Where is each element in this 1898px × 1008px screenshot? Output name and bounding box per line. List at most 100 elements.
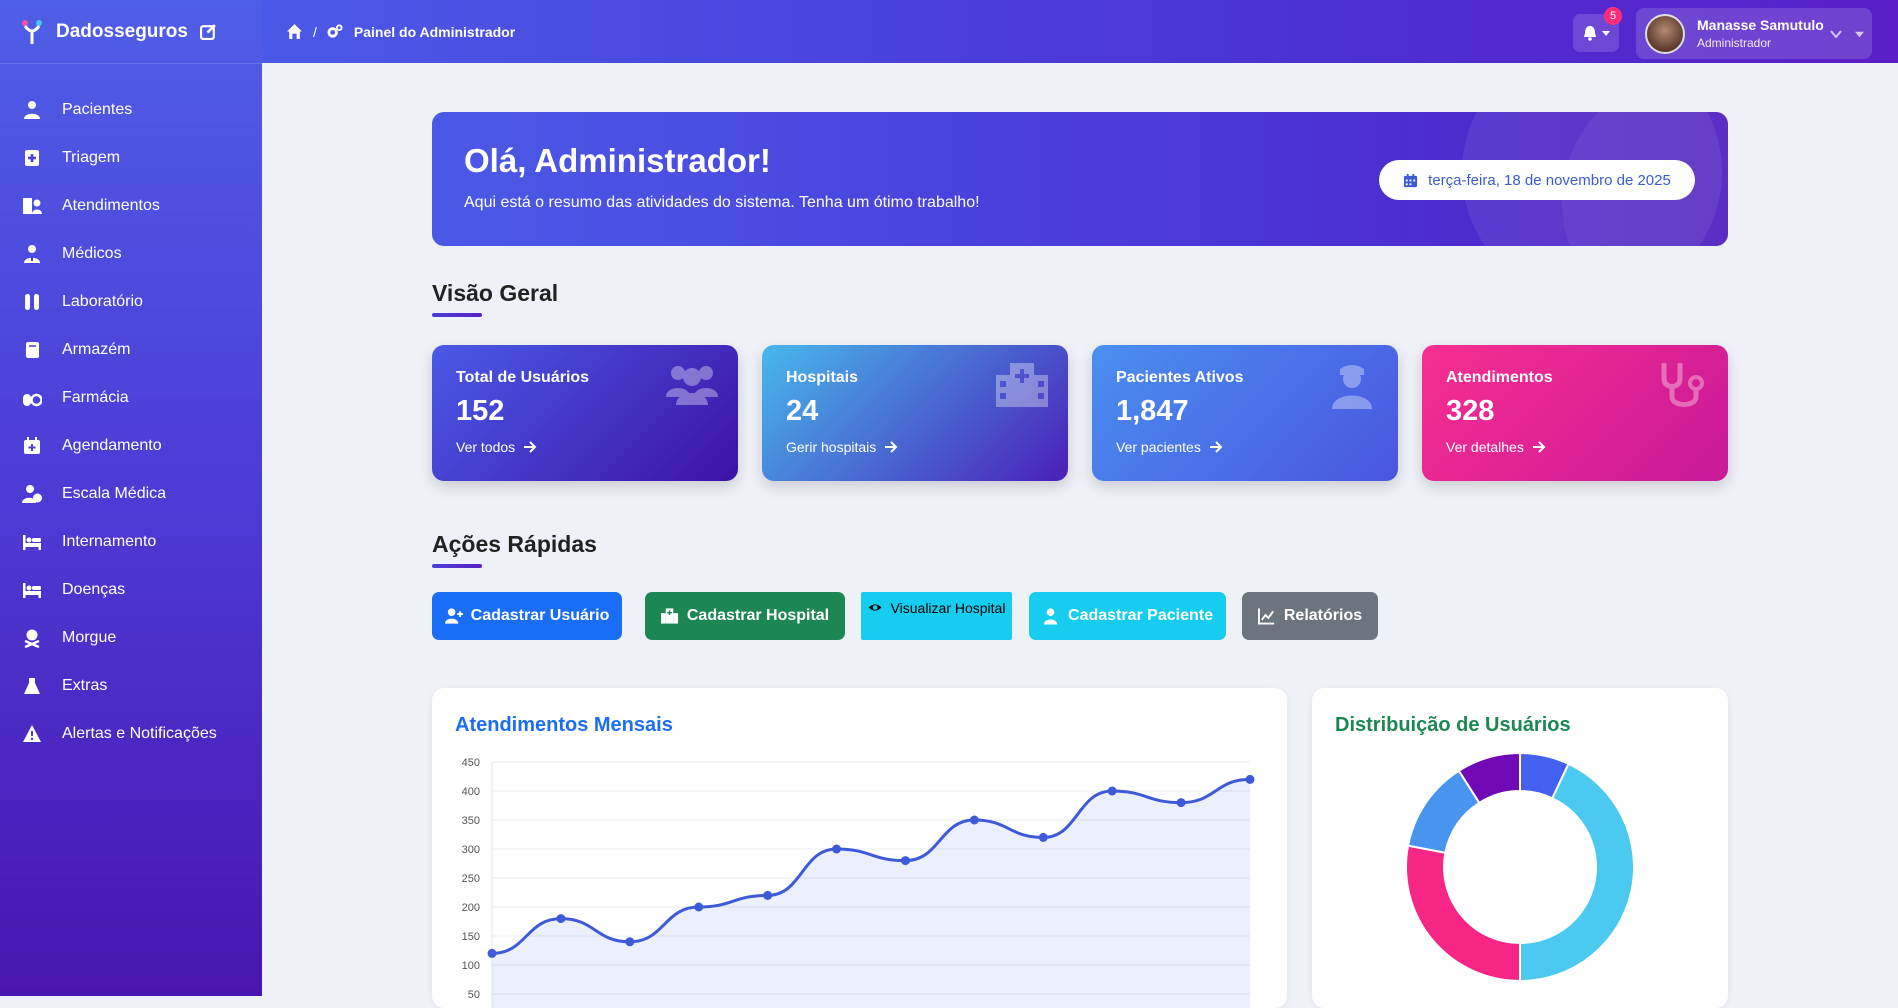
sidebar-item-7[interactable]: Agendamento [0,422,262,470]
stat-card-link[interactable]: Ver detalhes [1446,439,1546,455]
book-icon [26,342,39,358]
user-name: Manasse Samutulo [1697,17,1824,33]
sidebar-item-10[interactable]: Doenças [0,566,262,614]
stat-card-label: Total de Usuários [456,369,590,386]
sidebar-item-3[interactable]: Médicos [0,230,262,278]
sidebar-item-1[interactable]: Triagem [0,134,262,182]
breadcrumb: / Painel do Administrador [286,0,515,63]
data-point[interactable] [900,856,910,866]
line-chart-panel: Atendimentos Mensais 450 400 350 300 250 200 1… [432,688,1287,1008]
arrow-right-icon [885,441,898,453]
home-icon[interactable] [286,23,303,40]
stat-card-link[interactable]: Ver pacientes [1116,439,1223,455]
data-point[interactable] [969,815,979,825]
sidebar-item-6[interactable]: Farmácia [0,374,262,422]
sidebar-item-label: Triagem [62,149,121,166]
chart-line-icon [1257,608,1274,625]
stat-card-value: 1,847 [1116,395,1189,427]
quick-actions-title: Ações Rápidas [432,531,597,557]
y-tick-label: 250 [462,873,480,885]
sidebar-item-label: Atendimentos [62,197,160,214]
stat-card-1: Hospitais 24 Gerir hospitais [762,345,1068,481]
data-point[interactable] [832,844,842,854]
eye-icon [868,604,881,611]
user-menu[interactable]: Manasse Samutulo Administrador [1636,8,1872,59]
overview-title: Visão Geral [432,280,559,306]
stat-card-2: Pacientes Ativos 1,847 Ver pacientes [1092,345,1398,481]
quick-action-button-3[interactable]: Cadastrar Paciente [1029,592,1226,640]
sidebar-item-8[interactable]: Escala Médica [0,470,262,518]
sidebar-item-label: Doenças [62,581,126,598]
breadcrumb-current: Painel do Administrador [353,23,516,40]
quick-action-label: Relatórios [1283,607,1363,624]
quick-action-label: Cadastrar Usuário [470,607,610,624]
stat-card-link-label: Ver pacientes [1116,439,1201,455]
top-bar: / Painel do Administrador 5 Manasse Samu… [262,0,1898,63]
sidebar-item-11[interactable]: Morgue [0,614,262,662]
data-point[interactable] [1038,832,1048,842]
quick-action-button-1[interactable]: Cadastrar Hospital [645,592,845,640]
hospital-icon [660,608,678,624]
quick-action-label: Cadastrar Hospital [686,607,830,624]
y-tick-label: 350 [462,815,480,827]
date-badge: terça-feira, 18 de novembro de 2025 [1379,160,1695,200]
bed-icon [23,535,41,550]
donut-slice[interactable] [1519,762,1635,983]
welcome-banner: Olá, Administrador! Aqui está o resumo d… [432,112,1728,246]
caret-down-icon [1855,31,1864,38]
quick-actions-title-underline [432,564,482,568]
sidebar-item-label: Alertas e Notificações [62,725,217,742]
arrow-right-icon [1209,441,1223,453]
welcome-title: Olá, Administrador! [464,142,771,179]
hospital-user-icon [23,198,42,214]
sidebar-nav: Pacientes Triagem Atendimentos Médicos Labor… [0,86,262,758]
brand-name: Dadosseguros [56,20,188,42]
stat-card-link[interactable]: Gerir hospitais [786,439,898,455]
sidebar-item-13[interactable]: Alertas e Notificações [0,710,262,758]
donut-slice[interactable] [1405,844,1521,983]
data-point[interactable] [1107,786,1117,796]
y-tick-label: 200 [462,902,480,914]
data-point[interactable] [763,890,773,900]
data-point[interactable] [556,914,566,924]
user-plus-icon [444,608,463,624]
sidebar-item-label: Extras [62,677,108,694]
breadcrumb-separator: / [313,23,317,40]
warning-icon [23,725,41,742]
arrow-right-icon [524,441,537,453]
quick-action-button-2[interactable]: Visualizar Hospital [861,592,1012,640]
quick-action-button-4[interactable]: Relatórios [1242,592,1378,640]
quick-action-label: Visualizar Hospital [890,600,1006,616]
procedures-icon [23,583,41,598]
sidebar-item-label: Escala Médica [62,485,167,502]
stat-card-value: 152 [456,395,505,427]
skull-crossbones-icon [24,629,40,648]
quick-action-button-0[interactable]: Cadastrar Usuário [432,592,622,640]
stat-card-link[interactable]: Ver todos [456,439,537,455]
sidebar-item-9[interactable]: Internamento [0,518,262,566]
stat-card-label: Pacientes Ativos [1116,369,1244,386]
notes-medical-icon [25,150,39,166]
flask-icon [24,678,40,694]
notifications-button[interactable]: 5 [1573,7,1622,52]
welcome-subtitle: Aqui está o resumo das atividades do sis… [464,194,980,211]
sidebar-item-5[interactable]: Armazém [0,326,262,374]
data-point[interactable] [1176,798,1186,808]
overview-title-underline [432,313,482,317]
sidebar-item-12[interactable]: Extras [0,662,262,710]
data-point[interactable] [694,902,704,912]
sidebar-item-label: Morgue [62,629,117,646]
edit-icon[interactable] [199,23,217,40]
sidebar-item-label: Agendamento [62,437,162,454]
stat-card-3: Atendimentos 328 Ver detalhes [1422,345,1728,481]
sidebar-item-0[interactable]: Pacientes [0,86,262,134]
bell-icon [1584,26,1596,41]
data-point[interactable] [625,937,635,947]
sidebar-item-2[interactable]: Atendimentos [0,182,262,230]
user-clock-icon [22,485,42,503]
sidebar-item-4[interactable]: Laboratório [0,278,262,326]
data-point[interactable] [1245,774,1255,784]
user-nurse-icon [1332,365,1372,409]
brand[interactable]: Dadosseguros [0,0,262,64]
data-point[interactable] [487,948,497,958]
